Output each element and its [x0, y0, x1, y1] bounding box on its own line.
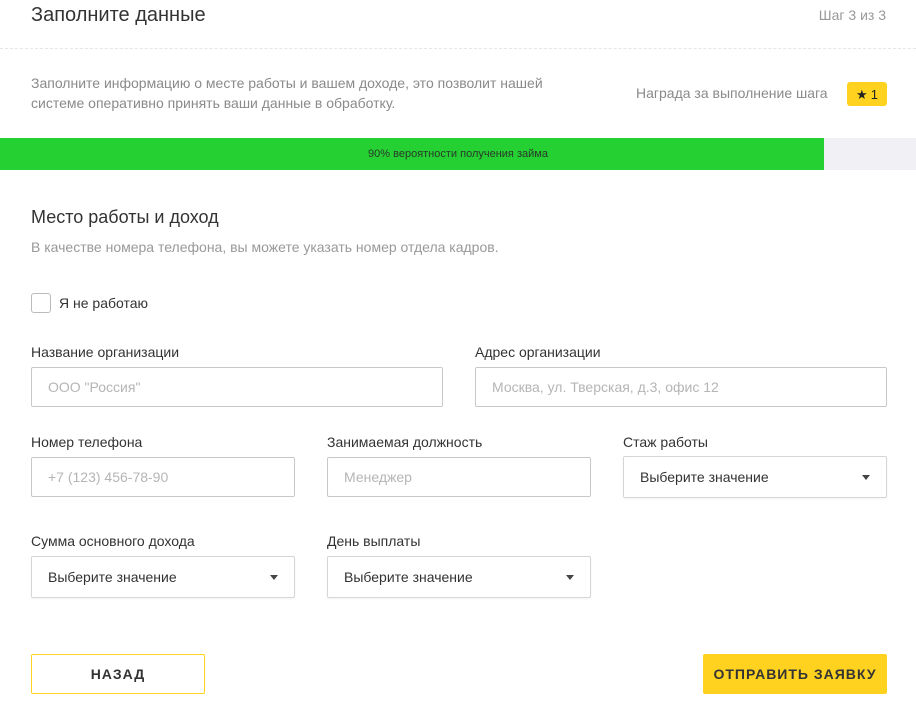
org-address-label: Адрес организации: [475, 344, 601, 360]
not-working-checkbox[interactable]: [31, 293, 51, 313]
payday-select-value: Выберите значение: [344, 569, 473, 585]
page-header: Заполните данные Шаг 3 из 3: [0, 0, 916, 49]
experience-label: Стаж работы: [623, 434, 708, 450]
submit-application-button[interactable]: ОТПРАВИТЬ ЗАЯВКУ: [703, 654, 887, 694]
experience-select[interactable]: Выберите значение: [623, 456, 887, 498]
chevron-down-icon: [862, 474, 870, 480]
income-select[interactable]: Выберите значение: [31, 556, 295, 598]
progress-label: 90% вероятности получения займа: [368, 148, 548, 160]
intro-text: Заполните информацию о месте работы и ва…: [31, 75, 543, 111]
not-working-checkbox-row[interactable]: Я не работаю: [31, 293, 148, 313]
org-name-label: Название организации: [31, 344, 180, 360]
position-label: Занимаемая должность: [327, 434, 483, 450]
income-select-value: Выберите значение: [48, 569, 177, 585]
reward-label: Награда за выполнение шага: [636, 85, 828, 101]
position-input[interactable]: [344, 469, 574, 485]
section-title: Место работы и доход: [31, 207, 219, 227]
payday-select[interactable]: Выберите значение: [327, 556, 591, 598]
star-icon: ★: [856, 86, 868, 102]
org-name-field[interactable]: [31, 367, 443, 407]
chevron-down-icon: [270, 574, 278, 580]
org-address-field[interactable]: [475, 367, 887, 407]
not-working-label: Я не работаю: [59, 295, 149, 311]
reward-value: 1: [870, 86, 878, 102]
phone-field[interactable]: [31, 457, 295, 497]
reward-badge: ★ 1: [847, 82, 887, 106]
page-title: Заполните данные: [31, 4, 206, 26]
approval-progress-bar: 90% вероятности получения займа: [0, 138, 916, 170]
phone-input[interactable]: [48, 469, 278, 485]
org-address-input[interactable]: [492, 379, 870, 395]
phone-label: Номер телефона: [31, 434, 143, 450]
chevron-down-icon: [566, 574, 574, 580]
income-label: Сумма основного дохода: [31, 533, 195, 549]
payday-label: День выплаты: [327, 533, 421, 549]
experience-select-value: Выберите значение: [640, 469, 769, 485]
back-button[interactable]: НАЗАД: [31, 654, 205, 694]
position-field[interactable]: [327, 457, 591, 497]
step-indicator: Шаг 3 из 3: [818, 7, 886, 23]
org-name-input[interactable]: [48, 379, 426, 395]
section-hint: В качестве номера телефона, вы можете ук…: [31, 239, 499, 255]
